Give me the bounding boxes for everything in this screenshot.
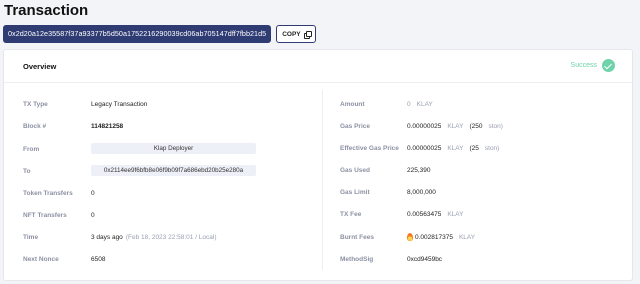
tx-hash-row: 0x2d20a12e35587f37a93377b5d50a1752216290… (3, 25, 316, 43)
gas-price-ston: (250 (469, 123, 483, 130)
effective-gas-price-label: Effective Gas Price (340, 145, 399, 152)
gas-limit-label: Gas Limit (340, 189, 370, 196)
gas-price-label: Gas Price (340, 123, 370, 130)
to-address[interactable]: 0x2114ee9f6bfb8e06f9b09f7a686ebd20b25e28… (91, 165, 256, 176)
burnt-fees-value: 0.002817375 KLAY (407, 233, 475, 241)
block-label: Block # (23, 123, 47, 130)
gas-price-ston-unit: ston) (488, 123, 503, 130)
from-label: From (23, 146, 40, 153)
gas-used-value: 225,390 (407, 167, 431, 174)
next-nonce-value: 6508 (91, 256, 106, 263)
gas-price-value: 0.00000025 KLAY (250 ston) (407, 123, 503, 130)
gas-price-number: 0.00000025 (407, 123, 442, 130)
column-divider (322, 90, 323, 270)
fire-icon (407, 233, 413, 241)
tx-fee-unit: KLAY (447, 211, 464, 218)
tx-fee-number: 0.00563475 (407, 211, 442, 218)
block-value[interactable]: 114821258 (91, 123, 123, 130)
method-sig-value: 0xcd9459bc (407, 256, 443, 263)
effective-gas-price-ston-unit: ston) (484, 145, 500, 152)
nft-transfers-value: 0 (91, 212, 95, 219)
to-address-text: 0x2114ee9f6bfb8e06f9b09f7a686ebd20b25e28… (103, 167, 244, 174)
tx-fee-label: TX Fee (340, 211, 362, 218)
time-value: 3 days ago (Feb 18, 2023 22:58:01 / Loca… (91, 234, 217, 241)
overview-title: Overview (23, 62, 57, 71)
check-circle-icon (602, 59, 615, 72)
gas-limit-value: 8,000,000 (407, 189, 436, 196)
page-title: Transaction (4, 2, 89, 19)
burnt-fees-label: Burnt Fees (340, 234, 374, 241)
effective-gas-price-unit: KLAY (447, 145, 464, 152)
next-nonce-label: Next Nonce (23, 256, 59, 263)
card-header: Overview Success (4, 50, 632, 83)
time-label: Time (23, 234, 39, 241)
copy-icon (303, 31, 312, 39)
status-badge: Success (571, 59, 615, 72)
amount-value: 0 KLAY (407, 101, 433, 108)
nft-transfers-label: NFT Transfers (23, 212, 67, 219)
copy-button[interactable]: COPY (276, 25, 316, 43)
tx-type-label: TX Type (23, 101, 48, 108)
effective-gas-price-ston: (25 (469, 145, 479, 152)
tx-hash[interactable]: 0x2d20a12e35587f37a93377b5d50a1752216290… (3, 25, 272, 43)
tx-type-value: Legacy Transaction (91, 101, 148, 108)
method-sig-label: MethodSig (340, 256, 374, 263)
to-label: To (23, 168, 31, 175)
token-transfers-value: 0 (91, 190, 95, 197)
from-address-text: Klap Deployer (153, 145, 194, 152)
copy-button-label: COPY (282, 30, 301, 38)
from-address[interactable]: Klap Deployer (91, 143, 256, 154)
tx-fee-value: 0.00563475 KLAY (407, 211, 463, 218)
burnt-fees-unit: KLAY (458, 233, 476, 241)
time-absolute: (Feb 18, 2023 22:58:01 / Local) (125, 234, 217, 241)
amount-label: Amount (340, 101, 365, 108)
status-text: Success (570, 62, 597, 69)
overview-card: Overview Success TX Type Legacy Transact… (3, 49, 633, 281)
effective-gas-price-value: 0.00000025 KLAY (25 ston) (407, 145, 499, 152)
effective-gas-price-number: 0.00000025 (407, 145, 442, 152)
burnt-fees-number: 0.002817375 (415, 233, 453, 241)
amount-unit: KLAY (416, 101, 433, 108)
gas-price-unit: KLAY (447, 123, 464, 130)
amount-number: 0 (407, 101, 411, 108)
gas-used-label: Gas Used (340, 167, 370, 174)
time-relative: 3 days ago (91, 234, 123, 241)
token-transfers-label: Token Transfers (23, 190, 73, 197)
